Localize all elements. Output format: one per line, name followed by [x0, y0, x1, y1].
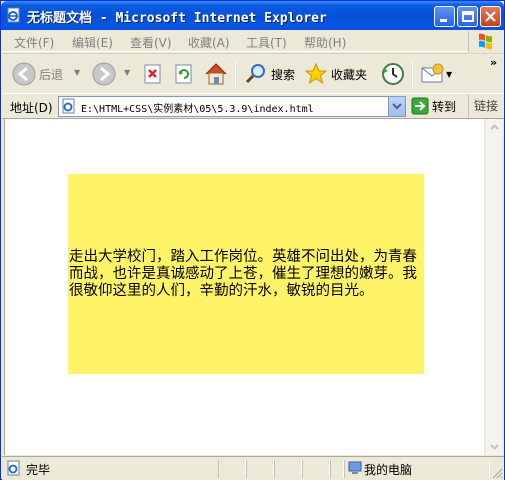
stop-button[interactable] — [142, 59, 164, 89]
status-panel — [274, 460, 302, 478]
menu-edit[interactable]: 编辑(E) — [72, 34, 113, 51]
menu-favorites[interactable]: 收藏(A) — [188, 34, 230, 51]
my-computer-icon — [347, 460, 363, 479]
go-arrow-icon — [411, 97, 429, 115]
status-bar: 完毕 我的电脑 — [2, 456, 504, 480]
favorites-button[interactable]: 收藏夹 — [304, 59, 367, 89]
toolbar-overflow-chevron[interactable]: » — [490, 56, 497, 69]
vertical-scrollbar[interactable] — [485, 119, 503, 455]
search-label: 搜索 — [271, 67, 296, 82]
content-paragraph: 走出大学校门，踏入工作岗位。英雄不问出处，为青春而战，也许是真诚感动了上苍，催生… — [69, 248, 417, 299]
back-dropdown-icon[interactable]: ▼ — [74, 68, 80, 77]
status-panel — [302, 460, 330, 478]
links-button[interactable]: 链接 — [468, 95, 498, 118]
window-title: 无标题文档 - Microsoft Internet Explorer — [27, 11, 327, 26]
address-dropdown-button[interactable] — [388, 97, 405, 116]
chevron-down-icon — [392, 103, 402, 110]
go-button[interactable]: 转到 — [411, 97, 456, 115]
status-panel — [218, 460, 246, 478]
mail-button[interactable]: ▼ — [420, 59, 452, 89]
address-label: 地址(D) — [10, 101, 53, 115]
refresh-icon — [175, 64, 192, 84]
mail-icon — [421, 63, 444, 83]
refresh-button[interactable] — [173, 59, 195, 89]
menu-bar: 文件(F) 编辑(E) 查看(V) 收藏(A) 工具(T) 帮助(H) — [2, 30, 504, 52]
home-button[interactable] — [203, 59, 229, 89]
title-bar[interactable]: 无标题文档 - Microsoft Internet Explorer — [1, 1, 504, 30]
standard-toolbar: 后退 ▼ ▼ 搜索 收藏夹 ▼ » — [2, 53, 504, 93]
back-label: 后退 — [39, 67, 64, 82]
home-icon — [205, 63, 227, 85]
menu-file[interactable]: 文件(F) — [14, 34, 54, 51]
star-icon — [304, 62, 328, 85]
page-viewport: 走出大学校门，踏入工作岗位。英雄不问出处，为青春而战，也许是真诚感动了上苍，催生… — [4, 119, 484, 455]
status-panel — [246, 460, 274, 478]
page-done-icon — [6, 460, 22, 479]
minimize-icon — [440, 19, 447, 22]
forward-button[interactable] — [92, 59, 116, 89]
history-icon — [382, 63, 404, 85]
address-url: E:\HTML+CSS\实例素材\05\5.3.9\index.html — [81, 104, 314, 115]
back-arrow-icon — [12, 62, 36, 86]
chevron-up-icon — [490, 124, 499, 130]
scroll-down-button[interactable] — [486, 438, 503, 455]
menu-view[interactable]: 查看(V) — [130, 34, 172, 51]
stop-icon — [144, 64, 161, 84]
ie-page-icon — [6, 7, 22, 23]
menu-help[interactable]: 帮助(H) — [304, 34, 346, 51]
page-icon — [61, 98, 77, 117]
forward-arrow-icon — [92, 62, 116, 86]
status-panel — [330, 460, 344, 478]
status-text: 完毕 — [26, 463, 51, 477]
back-button[interactable]: 后退 — [12, 59, 63, 89]
content-box: 走出大学校门，踏入工作岗位。英雄不问出处，为青春而战，也许是真诚感动了上苍，催生… — [68, 174, 424, 374]
forward-dropdown-icon[interactable]: ▼ — [124, 68, 130, 77]
windows-logo-icon — [468, 31, 504, 52]
search-icon — [245, 64, 265, 84]
minimize-button[interactable] — [434, 6, 455, 27]
browser-window: 无标题文档 - Microsoft Internet Explorer 文件(F… — [0, 0, 505, 480]
zone-text: 我的电脑 — [364, 463, 413, 477]
mail-dropdown-icon: ▼ — [446, 69, 453, 79]
address-bar: 地址(D) E:\HTML+CSS\实例素材\05\5.3.9\index.ht… — [2, 93, 504, 119]
favorites-label: 收藏夹 — [331, 67, 368, 82]
maximize-button[interactable] — [457, 6, 478, 27]
toolbar-separator — [235, 60, 236, 88]
toolbar-separator — [412, 60, 413, 88]
go-label: 转到 — [432, 99, 457, 114]
address-input[interactable]: E:\HTML+CSS\实例素材\05\5.3.9\index.html — [58, 96, 406, 117]
search-button[interactable]: 搜索 — [244, 59, 295, 89]
maximize-icon — [462, 11, 474, 22]
close-icon — [485, 11, 496, 22]
history-button[interactable] — [381, 59, 405, 89]
close-button[interactable] — [480, 6, 501, 27]
scroll-up-button[interactable] — [486, 119, 503, 136]
menu-tools[interactable]: 工具(T) — [246, 34, 287, 51]
chevron-down-icon — [490, 444, 499, 450]
resize-grip-icon[interactable] — [491, 467, 503, 480]
